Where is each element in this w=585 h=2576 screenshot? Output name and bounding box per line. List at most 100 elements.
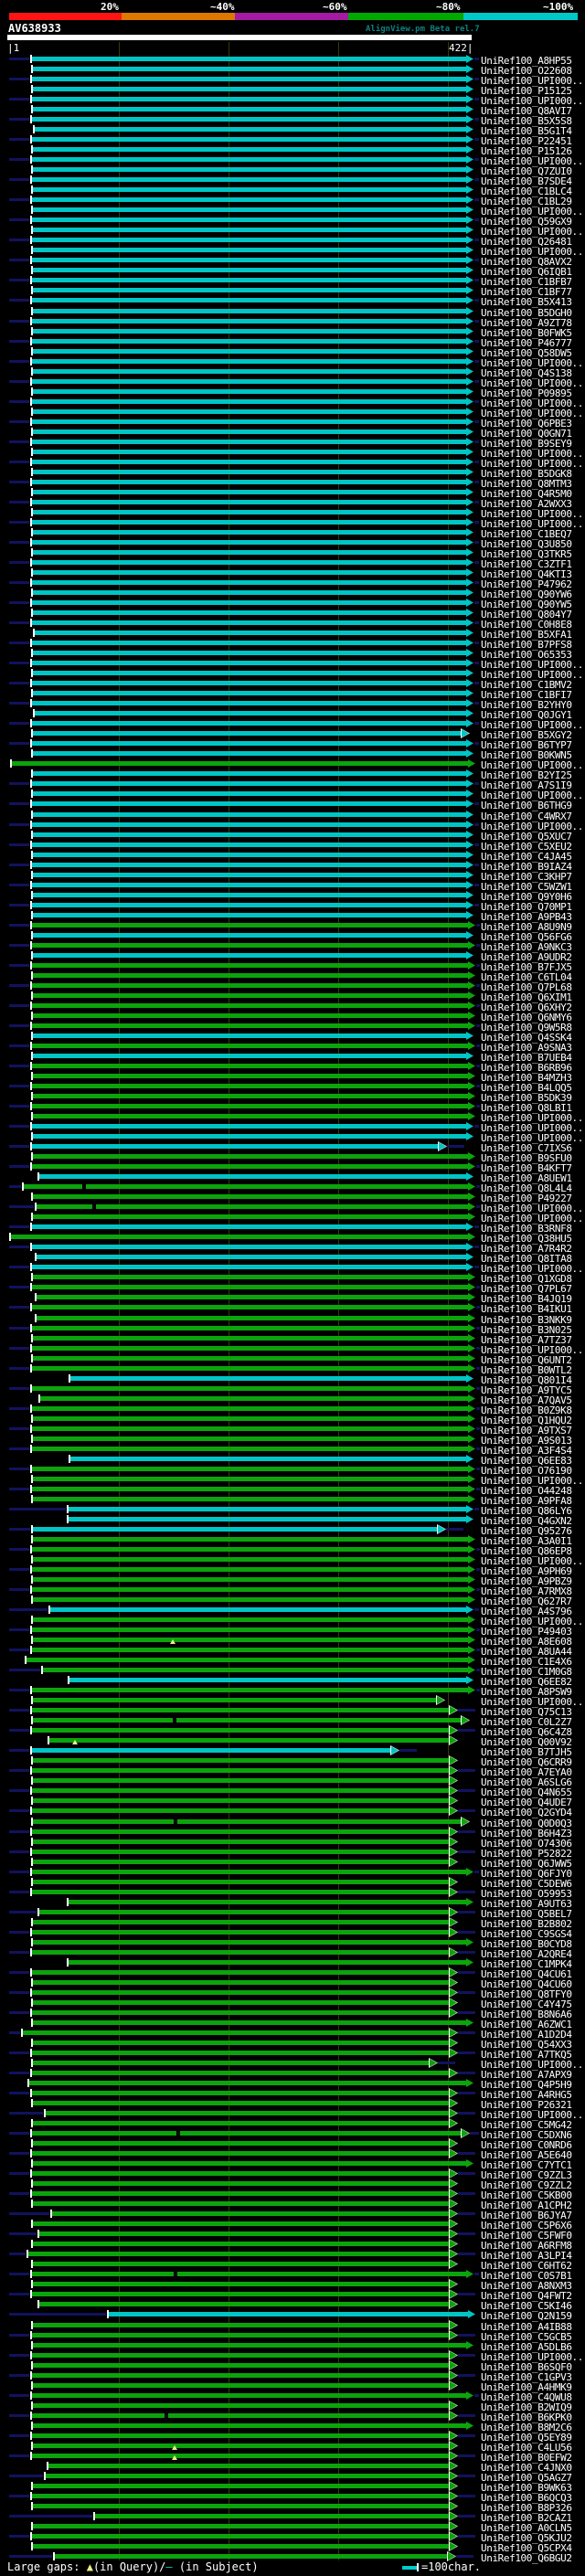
alignment-bar[interactable] — [33, 2121, 450, 2125]
alignment-bar[interactable] — [33, 369, 466, 374]
alignment-bar[interactable] — [32, 278, 466, 282]
alignment-bar[interactable] — [33, 2443, 450, 2448]
alignment-bar[interactable] — [32, 903, 466, 907]
alignment-bar[interactable] — [55, 2554, 448, 2559]
alignment-bar[interactable] — [33, 2041, 450, 2045]
alignment-bar[interactable] — [33, 1356, 468, 1361]
alignment-bar[interactable] — [48, 2464, 450, 2468]
alignment-bar[interactable] — [69, 1960, 466, 1965]
alignment-bar[interactable] — [33, 1013, 468, 1018]
alignment-bar[interactable] — [32, 2051, 450, 2055]
alignment-bar[interactable] — [70, 1376, 466, 1381]
alignment-bar[interactable] — [32, 1627, 468, 1632]
alignment-bar[interactable] — [33, 1054, 466, 1058]
alignment-bar[interactable] — [32, 2071, 450, 2075]
alignment-bar[interactable] — [32, 177, 466, 182]
alignment-bar[interactable] — [39, 2302, 450, 2306]
alignment-bar[interactable] — [37, 1295, 468, 1299]
alignment-bar[interactable] — [33, 570, 466, 575]
alignment-bar[interactable] — [32, 1164, 468, 1169]
alignment-bar[interactable] — [32, 741, 466, 746]
alignment-bar[interactable] — [33, 893, 466, 897]
alignment-bar[interactable] — [32, 258, 466, 262]
alignment-bar[interactable] — [49, 1738, 450, 1743]
alignment-bar[interactable] — [33, 248, 466, 252]
alignment-bar[interactable] — [32, 1487, 468, 1491]
alignment-bar[interactable] — [33, 409, 466, 414]
alignment-bar[interactable] — [33, 590, 466, 595]
alignment-bar[interactable] — [33, 771, 466, 776]
alignment-bar[interactable] — [33, 288, 466, 292]
alignment-bar[interactable] — [32, 2333, 450, 2337]
alignment-bar[interactable] — [32, 379, 466, 384]
alignment-bar[interactable] — [32, 359, 466, 364]
alignment-bar[interactable] — [69, 1517, 466, 1521]
alignment-bar[interactable] — [33, 1497, 468, 1501]
alignment-bar[interactable] — [32, 1224, 466, 1229]
alignment-bar[interactable] — [32, 2191, 450, 2196]
alignment-bar[interactable] — [32, 641, 466, 645]
alignment-bar[interactable] — [32, 1265, 466, 1269]
alignment-bar[interactable] — [33, 933, 466, 938]
alignment-bar[interactable] — [33, 2181, 450, 2186]
alignment-bar[interactable] — [39, 1174, 466, 1179]
alignment-bar[interactable] — [33, 87, 466, 91]
alignment-bar[interactable] — [35, 711, 466, 716]
alignment-bar[interactable] — [33, 812, 466, 817]
alignment-bar[interactable] — [33, 1839, 450, 1844]
alignment-bar[interactable] — [32, 1768, 450, 1773]
alignment-bar[interactable] — [32, 2171, 450, 2176]
hit-label[interactable]: UniRef100_Q6BGU2 — [481, 2552, 572, 2564]
alignment-bar[interactable] — [33, 691, 466, 695]
alignment-bar[interactable] — [33, 610, 466, 615]
alignment-bar[interactable] — [33, 1698, 437, 1702]
alignment-bar[interactable] — [32, 863, 466, 867]
alignment-bar[interactable] — [32, 620, 466, 625]
alignment-bar[interactable] — [33, 1214, 468, 1219]
alignment-bar[interactable] — [33, 1336, 468, 1341]
alignment-bar[interactable] — [33, 2484, 450, 2488]
alignment-bar[interactable] — [32, 600, 466, 605]
alignment-bar[interactable] — [33, 207, 466, 212]
alignment-bar[interactable] — [32, 1064, 468, 1068]
alignment-bar[interactable] — [32, 1084, 468, 1088]
alignment-bar[interactable] — [32, 1144, 439, 1149]
alignment-bar[interactable] — [32, 57, 466, 61]
alignment-bar[interactable] — [29, 2081, 466, 2085]
alignment-bar[interactable] — [69, 1900, 466, 1904]
alignment-bar[interactable] — [33, 1074, 468, 1078]
alignment-bar[interactable] — [32, 1850, 450, 1854]
alignment-bar[interactable] — [32, 1003, 468, 1008]
alignment-bar[interactable] — [32, 2454, 450, 2458]
alignment-bar[interactable] — [32, 2151, 450, 2156]
alignment-bar[interactable] — [32, 963, 468, 968]
alignment-bar[interactable] — [32, 1648, 468, 1652]
alignment-bar[interactable] — [33, 1034, 466, 1038]
alignment-bar[interactable] — [32, 1346, 468, 1351]
alignment-bar[interactable] — [32, 77, 466, 81]
alignment-bar[interactable] — [32, 137, 466, 142]
alignment-bar[interactable] — [32, 1829, 450, 1834]
alignment-bar[interactable] — [33, 1477, 468, 1481]
alignment-bar[interactable] — [24, 1184, 468, 1189]
alignment-bar[interactable] — [32, 500, 466, 504]
alignment-bar[interactable] — [33, 1114, 468, 1118]
alignment-bar[interactable] — [33, 1597, 468, 1602]
alignment-bar[interactable] — [33, 1527, 438, 1532]
alignment-bar[interactable] — [33, 2221, 450, 2226]
alignment-bar[interactable] — [32, 157, 466, 162]
alignment-bar[interactable] — [32, 843, 466, 847]
alignment-bar[interactable] — [32, 2373, 450, 2378]
alignment-bar[interactable] — [32, 661, 466, 665]
alignment-bar[interactable] — [32, 801, 466, 806]
alignment-bar[interactable] — [28, 2252, 450, 2256]
alignment-bar[interactable] — [33, 228, 466, 232]
alignment-bar[interactable] — [33, 2504, 450, 2508]
alignment-bar[interactable] — [33, 2363, 450, 2368]
alignment-bar[interactable] — [33, 2020, 466, 2025]
alignment-bar[interactable] — [95, 2514, 450, 2518]
alignment-bar[interactable] — [32, 1970, 450, 1975]
alignment-bar[interactable] — [109, 2312, 468, 2316]
alignment-bar[interactable] — [23, 2030, 450, 2035]
alignment-bar[interactable] — [32, 298, 466, 302]
